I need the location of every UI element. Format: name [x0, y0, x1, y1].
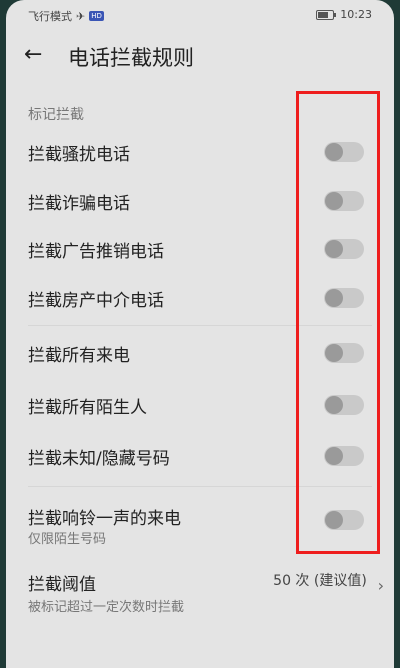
threshold-sublabel: 被标记超过一定次数时拦截: [28, 600, 185, 615]
status-bar: 飞行模式 ✈ HD 10:23: [6, 0, 394, 30]
rule-label: 拦截骚扰电话: [28, 145, 130, 165]
chevron-right-icon: ›: [377, 576, 384, 595]
hd-badge: HD: [89, 11, 104, 21]
status-time: 10:23: [340, 8, 372, 21]
rule-label: 拦截诈骗电话: [28, 194, 130, 214]
page-title: 电话拦截规则: [68, 46, 194, 70]
rule-label: 拦截未知/隐藏号码: [28, 449, 170, 469]
status-left: 飞行模式 ✈ HD: [28, 8, 104, 24]
phone-screen: 飞行模式 ✈ HD 10:23 ← 电话拦截规则 标记拦截 拦截骚扰电话 拦截诈…: [6, 0, 394, 668]
threshold-row[interactable]: 拦截阈值 被标记超过一定次数时拦截 50 次 (建议值) ›: [6, 566, 394, 626]
airplane-icon: ✈: [76, 9, 86, 23]
status-right: 10:23: [316, 8, 372, 21]
arrow-left-icon[interactable]: ←: [24, 42, 42, 67]
airplane-mode-label: 飞行模式: [28, 10, 72, 23]
red-highlight-box: [296, 91, 380, 554]
threshold-label: 拦截阈值: [28, 575, 96, 595]
rule-label: 拦截所有来电: [28, 346, 130, 366]
rule-label: 拦截响铃一声的来电: [28, 509, 181, 529]
rule-sublabel: 仅限陌生号码: [28, 532, 107, 547]
rule-label: 拦截所有陌生人: [28, 398, 147, 418]
section-label: 标记拦截: [28, 107, 84, 123]
page-header: ← 电话拦截规则: [6, 38, 394, 78]
battery-icon: [316, 9, 337, 20]
rule-label: 拦截房产中介电话: [28, 291, 164, 311]
threshold-value: 50 次 (建议值): [273, 573, 367, 589]
rule-label: 拦截广告推销电话: [28, 242, 164, 262]
